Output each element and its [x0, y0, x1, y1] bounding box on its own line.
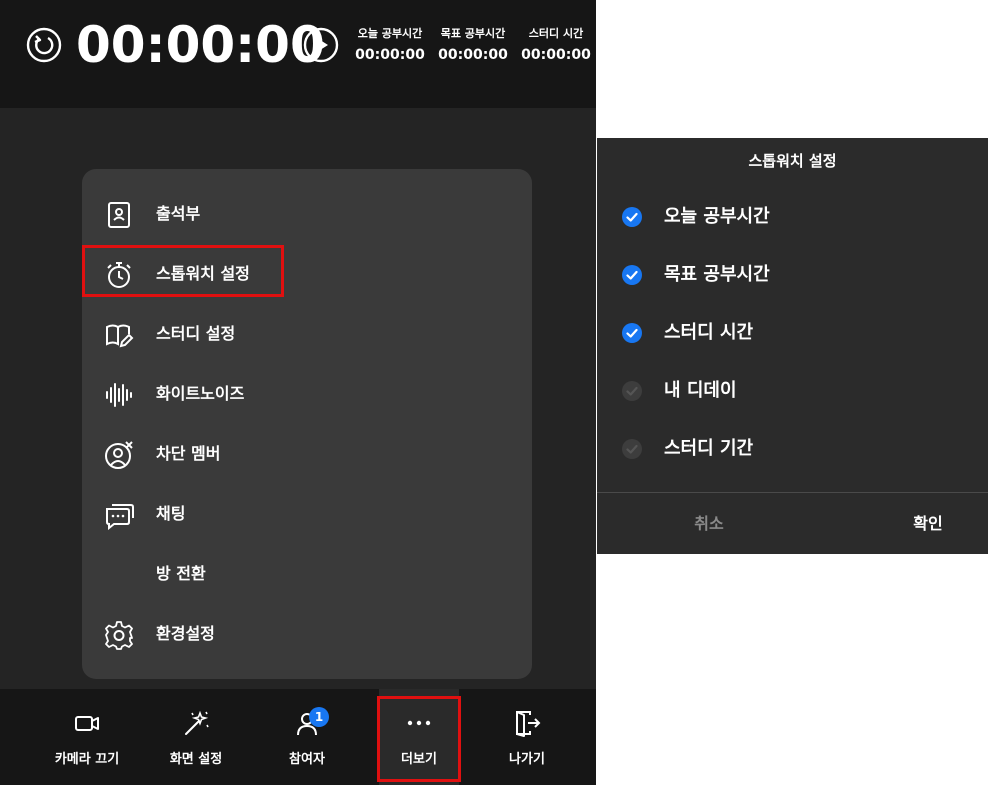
exit-button[interactable]: 나가기 — [477, 689, 577, 785]
menu-item-attendance[interactable]: 출석부 — [82, 184, 532, 244]
menu-item-chat[interactable]: 채팅 — [82, 484, 532, 544]
menu-item-blocked-members[interactable]: 차단 멤버 — [82, 424, 532, 484]
timer-bar: 00:00:00 오늘 공부시간 00:00:00 목표 공부시간 00:00:… — [0, 0, 596, 108]
participants-button[interactable]: 참여자 — [257, 689, 357, 785]
stat-value: 00:00:00 — [438, 47, 508, 63]
study-room-app: 00:00:00 오늘 공부시간 00:00:00 목표 공부시간 00:00:… — [0, 0, 596, 785]
more-button[interactable]: 더보기 — [379, 689, 459, 785]
option-study-period[interactable]: 스터디 기간 — [597, 420, 988, 478]
nav-label: 참여자 — [289, 752, 325, 767]
check-circle-icon[interactable] — [622, 207, 642, 227]
main-timer: 00:00:00 — [76, 16, 325, 74]
option-label: 내 디데이 — [664, 380, 737, 401]
menu-item-label: 출석부 — [156, 204, 201, 223]
camera-icon — [73, 709, 101, 737]
stat-value: 00:00:00 — [521, 47, 591, 63]
check-circle-icon[interactable] — [622, 439, 642, 459]
menu-item-label: 방 전환 — [156, 564, 206, 583]
nav-label: 나가기 — [509, 752, 545, 767]
confirm-button[interactable]: 확인 — [868, 493, 988, 554]
stat-study-time: 스터디 시간 00:00:00 — [520, 25, 592, 63]
participant-count-badge: 1 — [309, 707, 329, 727]
option-label: 스터디 시간 — [664, 322, 754, 343]
play-icon[interactable] — [303, 27, 339, 63]
menu-item-label: 스터디 설정 — [156, 324, 236, 343]
book-edit-icon — [104, 320, 134, 350]
option-label: 오늘 공부시간 — [664, 206, 770, 227]
menu-item-study-settings[interactable]: 스터디 설정 — [82, 304, 532, 364]
camera-off-button[interactable]: 카메라 끄기 — [37, 689, 137, 785]
nav-label: 화면 설정 — [169, 752, 223, 767]
attendance-book-icon — [104, 200, 134, 230]
chat-icon — [104, 500, 134, 531]
more-menu-panel: 출석부 스톱워치 설정 스터디 설정 화이트노이즈 차단 멤버 채팅 방 전환 … — [82, 169, 532, 679]
more-dots-icon — [405, 709, 433, 737]
bottom-toolbar: 카메라 끄기 화면 설정 참여자 더보기 나가기 — [0, 689, 596, 785]
reset-icon[interactable] — [26, 27, 62, 63]
dialog-title: 스톱워치 설정 — [748, 152, 837, 170]
menu-item-label: 차단 멤버 — [156, 444, 221, 463]
menu-item-label: 스톱워치 설정 — [156, 264, 250, 283]
blocked-user-icon — [104, 440, 134, 470]
stopwatch-icon — [104, 260, 134, 290]
nav-label: 더보기 — [401, 752, 437, 767]
magic-wand-icon — [182, 709, 210, 737]
stat-goal-study: 목표 공부시간 00:00:00 — [437, 25, 509, 63]
stat-label: 스터디 시간 — [528, 27, 584, 40]
stopwatch-settings-dialog: 스톱워치 설정 오늘 공부시간 목표 공부시간 스터디 시간 내 디데이 스터디… — [597, 138, 988, 554]
menu-item-stopwatch-settings[interactable]: 스톱워치 설정 — [82, 244, 532, 304]
option-label: 목표 공부시간 — [664, 264, 770, 285]
menu-item-switch-room[interactable]: 방 전환 — [82, 544, 532, 604]
option-study-time[interactable]: 스터디 시간 — [597, 304, 988, 362]
exit-door-icon — [513, 709, 541, 737]
screen-settings-button[interactable]: 화면 설정 — [146, 689, 246, 785]
nav-label: 카메라 끄기 — [54, 752, 120, 767]
check-circle-icon[interactable] — [622, 265, 642, 285]
stat-label: 목표 공부시간 — [440, 27, 506, 40]
menu-item-label: 채팅 — [156, 504, 186, 523]
check-circle-icon[interactable] — [622, 323, 642, 343]
menu-item-label: 화이트노이즈 — [156, 384, 245, 403]
option-label: 스터디 기간 — [664, 438, 754, 459]
option-goal-study-time[interactable]: 목표 공부시간 — [597, 246, 988, 304]
option-today-study-time[interactable]: 오늘 공부시간 — [597, 188, 988, 246]
stat-label: 오늘 공부시간 — [357, 27, 423, 40]
gear-icon — [104, 620, 134, 650]
option-my-dday[interactable]: 내 디데이 — [597, 362, 988, 420]
stat-value: 00:00:00 — [355, 47, 425, 63]
sound-wave-icon — [104, 380, 134, 410]
menu-item-white-noise[interactable]: 화이트노이즈 — [82, 364, 532, 424]
check-circle-icon[interactable] — [622, 381, 642, 401]
cancel-button[interactable]: 취소 — [597, 493, 821, 554]
menu-item-preferences[interactable]: 환경설정 — [82, 604, 532, 664]
stat-today-study: 오늘 공부시간 00:00:00 — [354, 25, 426, 63]
menu-item-label: 환경설정 — [156, 624, 215, 643]
